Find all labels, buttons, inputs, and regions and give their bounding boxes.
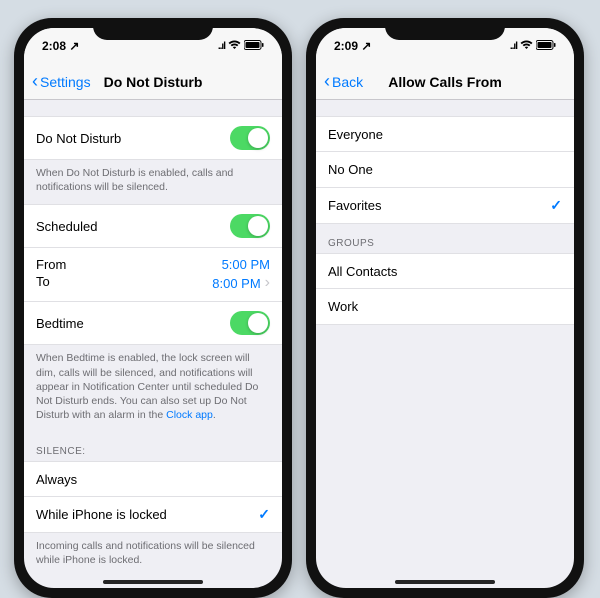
notch — [385, 18, 505, 40]
check-icon: ✓ — [550, 197, 562, 214]
bedtime-toggle[interactable] — [230, 311, 270, 335]
option-label: All Contacts — [328, 264, 397, 279]
page-title: Allow Calls From — [388, 74, 502, 90]
to-value: 8:00 PM — [212, 276, 260, 291]
screen: 2:08 ↗ ..ıl ‹ Settings Do Not Disturb — [24, 28, 282, 588]
wifi-icon — [228, 40, 241, 53]
option-everyone[interactable]: Everyone — [316, 116, 574, 152]
home-indicator[interactable] — [103, 580, 203, 584]
option-no-one[interactable]: No One — [316, 152, 574, 188]
dnd-label: Do Not Disturb — [36, 131, 121, 146]
check-icon: ✓ — [258, 506, 270, 523]
bedtime-row[interactable]: Bedtime — [24, 302, 282, 345]
from-to-row[interactable]: From 5:00 PM To 8:00 PM › — [24, 248, 282, 302]
while-locked-label: While iPhone is locked — [36, 507, 167, 522]
while-locked-row[interactable]: While iPhone is locked ✓ — [24, 497, 282, 533]
silence-header: SILENCE: — [24, 432, 282, 461]
option-label: Work — [328, 299, 358, 314]
battery-icon — [536, 40, 556, 53]
option-favorites[interactable]: Favorites ✓ — [316, 188, 574, 224]
clock-app-link[interactable]: Clock app — [166, 409, 213, 421]
chevron-left-icon: ‹ — [324, 71, 330, 92]
bedtime-footer: When Bedtime is enabled, the lock screen… — [24, 345, 282, 432]
chevron-right-icon: › — [265, 274, 270, 292]
scheduled-label: Scheduled — [36, 219, 97, 234]
groups-header: GROUPS — [316, 224, 574, 253]
scheduled-row[interactable]: Scheduled — [24, 204, 282, 248]
screen: 2:09 ↗ ..ıl ‹ Back Allow Calls From — [316, 28, 574, 588]
battery-icon — [244, 40, 264, 53]
to-label: To — [36, 274, 50, 292]
content[interactable]: Do Not Disturb When Do Not Disturb is en… — [24, 100, 282, 588]
dnd-toggle[interactable] — [230, 126, 270, 150]
nav-bar: ‹ Back Allow Calls From — [316, 64, 574, 100]
back-button[interactable]: ‹ Back — [324, 71, 363, 92]
phone-right: 2:09 ↗ ..ıl ‹ Back Allow Calls From — [306, 18, 584, 598]
notch — [93, 18, 213, 40]
always-row[interactable]: Always — [24, 461, 282, 497]
chevron-left-icon: ‹ — [32, 71, 38, 92]
bedtime-label: Bedtime — [36, 316, 84, 331]
back-label: Settings — [40, 74, 91, 90]
back-label: Back — [332, 74, 363, 90]
status-time: 2:09 ↗ — [334, 39, 371, 53]
home-indicator[interactable] — [395, 580, 495, 584]
dnd-row[interactable]: Do Not Disturb — [24, 116, 282, 160]
location-icon: ↗ — [361, 39, 371, 53]
always-label: Always — [36, 472, 77, 487]
status-time: 2:08 ↗ — [42, 39, 79, 53]
silence-footer: Incoming calls and notifications will be… — [24, 533, 282, 577]
from-label: From — [36, 257, 66, 272]
status-right: ..ıl — [510, 40, 556, 53]
content[interactable]: Everyone No One Favorites ✓ GROUPS All C… — [316, 100, 574, 588]
nav-bar: ‹ Settings Do Not Disturb — [24, 64, 282, 100]
dnd-footer: When Do Not Disturb is enabled, calls an… — [24, 160, 282, 204]
from-value: 5:00 PM — [222, 257, 270, 272]
page-title: Do Not Disturb — [104, 74, 203, 90]
signal-icon: ..ıl — [510, 41, 517, 52]
phone-left: 2:08 ↗ ..ıl ‹ Settings Do Not Disturb — [14, 18, 292, 598]
option-label: No One — [328, 162, 373, 177]
location-icon: ↗ — [69, 39, 79, 53]
status-right: ..ıl — [218, 40, 264, 53]
wifi-icon — [520, 40, 533, 53]
scheduled-toggle[interactable] — [230, 214, 270, 238]
option-label: Everyone — [328, 127, 383, 142]
option-work[interactable]: Work — [316, 289, 574, 325]
option-label: Favorites — [328, 198, 381, 213]
option-all-contacts[interactable]: All Contacts — [316, 253, 574, 289]
back-button[interactable]: ‹ Settings — [32, 71, 91, 92]
signal-icon: ..ıl — [218, 41, 225, 52]
